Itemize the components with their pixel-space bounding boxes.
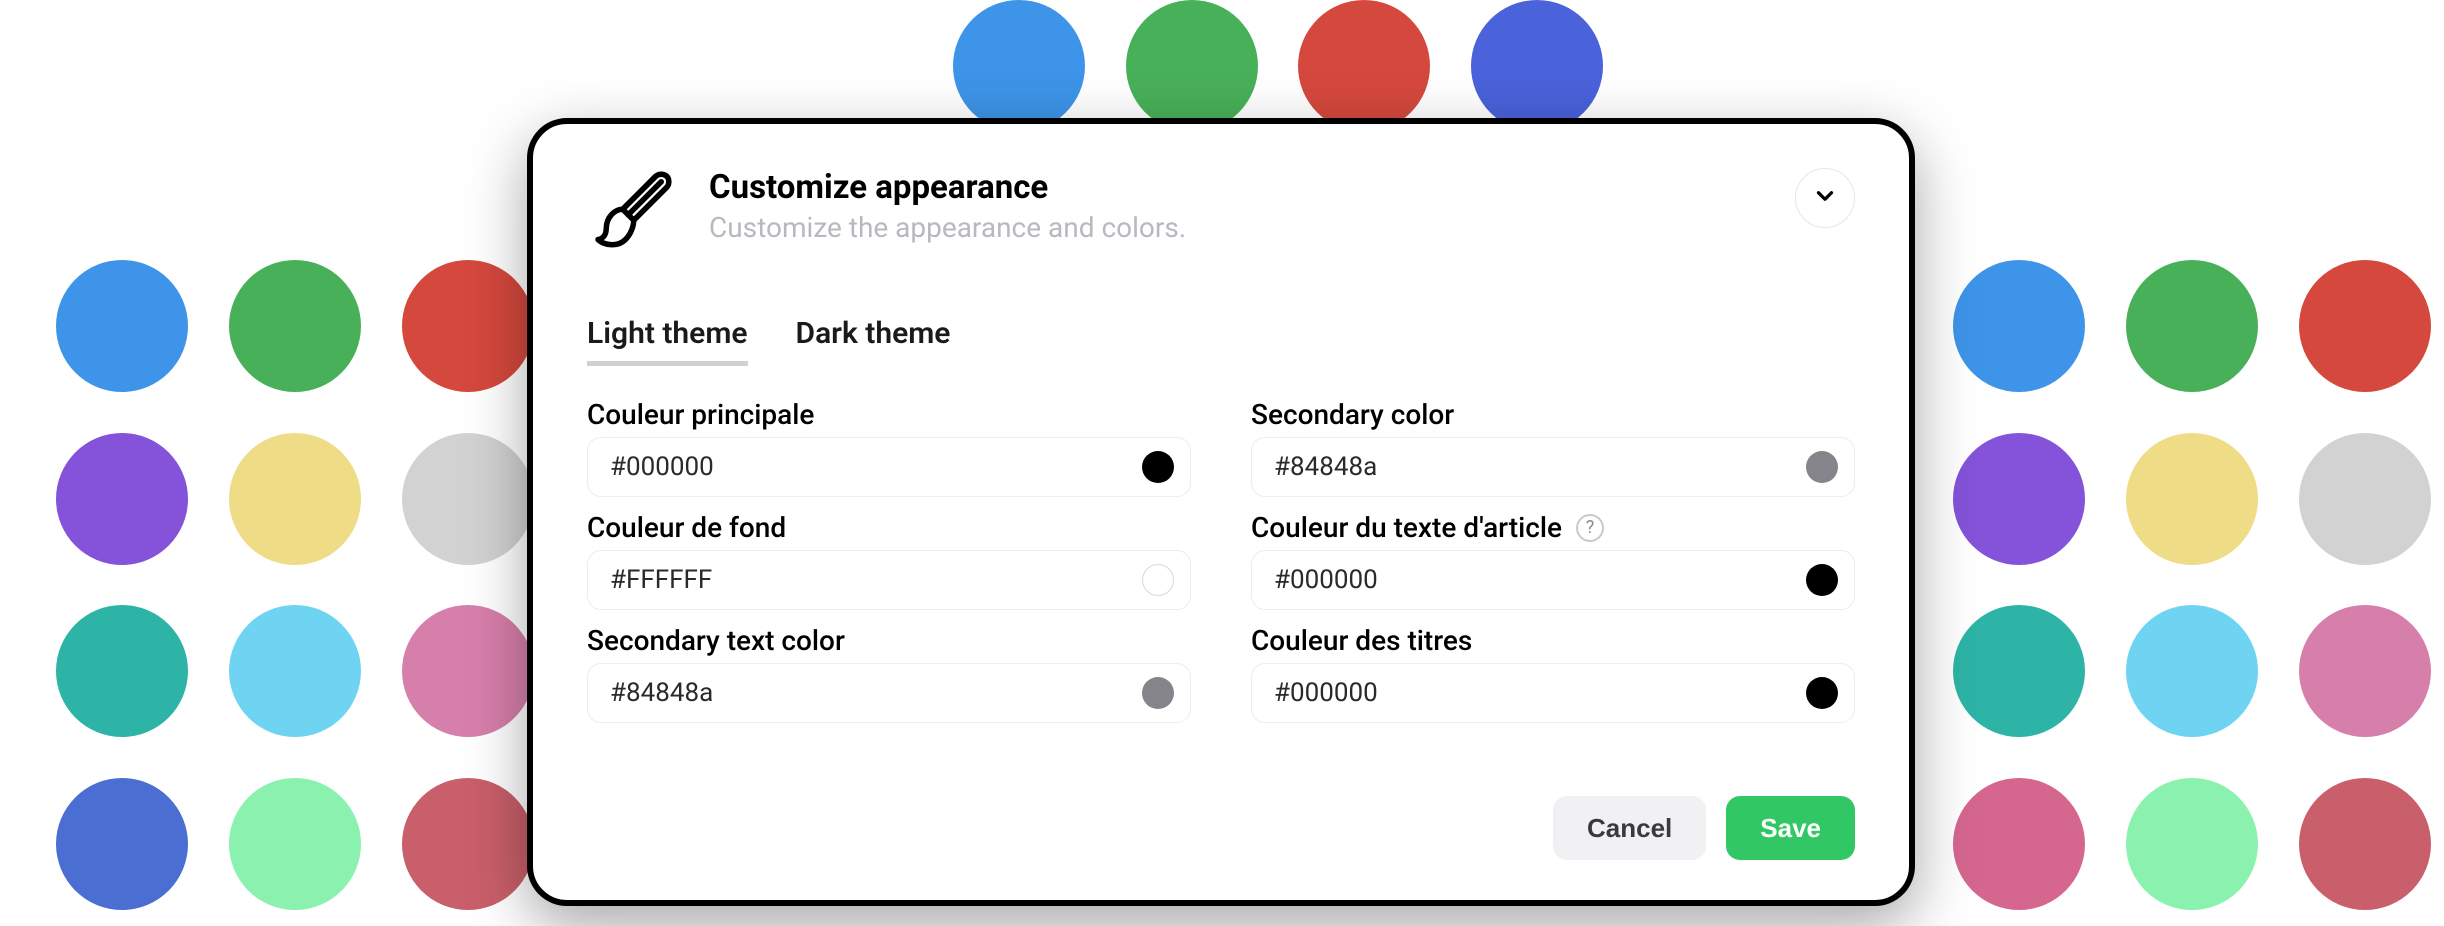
field-label: Couleur des titres xyxy=(1251,624,1472,657)
save-button[interactable]: Save xyxy=(1726,796,1855,860)
field-background-color: Couleur de fond xyxy=(587,511,1191,620)
card-footer: Cancel Save xyxy=(587,776,1855,860)
color-swatch[interactable] xyxy=(1142,564,1174,596)
color-swatch[interactable] xyxy=(1806,677,1838,709)
theme-tabs: Light theme Dark theme xyxy=(587,316,1855,366)
color-swatch[interactable] xyxy=(1142,451,1174,483)
brush-icon xyxy=(587,168,675,260)
primary-color-input[interactable] xyxy=(610,452,1128,482)
card-subtitle: Customize the appearance and colors. xyxy=(709,211,1761,244)
color-swatch[interactable] xyxy=(1806,451,1838,483)
collapse-button[interactable] xyxy=(1795,168,1855,228)
field-secondary-color: Secondary color xyxy=(1251,398,1855,507)
background-color-input[interactable] xyxy=(610,565,1128,595)
tab-dark-theme[interactable]: Dark theme xyxy=(796,316,951,366)
tab-light-theme[interactable]: Light theme xyxy=(587,316,748,366)
color-input-row[interactable] xyxy=(587,437,1191,497)
secondary-color-input[interactable] xyxy=(1274,452,1792,482)
field-label: Couleur du texte d'article xyxy=(1251,511,1562,544)
field-label: Couleur de fond xyxy=(587,511,786,544)
color-input-row[interactable] xyxy=(1251,437,1855,497)
color-swatch[interactable] xyxy=(1806,564,1838,596)
secondary-text-color-input[interactable] xyxy=(610,678,1128,708)
field-primary-color: Couleur principale xyxy=(587,398,1191,507)
color-input-row[interactable] xyxy=(587,663,1191,723)
cancel-button[interactable]: Cancel xyxy=(1553,796,1706,860)
field-label: Secondary color xyxy=(1251,398,1454,431)
color-input-row[interactable] xyxy=(1251,663,1855,723)
chevron-down-icon xyxy=(1812,183,1838,213)
card-header: Customize appearance Customize the appea… xyxy=(587,168,1855,260)
color-fields-grid: Couleur principale Secondary color Coule… xyxy=(587,398,1855,733)
help-icon[interactable]: ? xyxy=(1576,514,1604,542)
color-input-row[interactable] xyxy=(587,550,1191,610)
titles-color-input[interactable] xyxy=(1274,678,1792,708)
field-secondary-text-color: Secondary text color xyxy=(587,624,1191,733)
article-text-color-input[interactable] xyxy=(1274,565,1792,595)
field-titles-color: Couleur des titres xyxy=(1251,624,1855,733)
color-input-row[interactable] xyxy=(1251,550,1855,610)
card-title: Customize appearance xyxy=(709,168,1761,207)
color-swatch[interactable] xyxy=(1142,677,1174,709)
field-article-text-color: Couleur du texte d'article ? xyxy=(1251,511,1855,620)
field-label: Couleur principale xyxy=(587,398,814,431)
customize-appearance-card: Customize appearance Customize the appea… xyxy=(527,118,1915,906)
field-label: Secondary text color xyxy=(587,624,845,657)
